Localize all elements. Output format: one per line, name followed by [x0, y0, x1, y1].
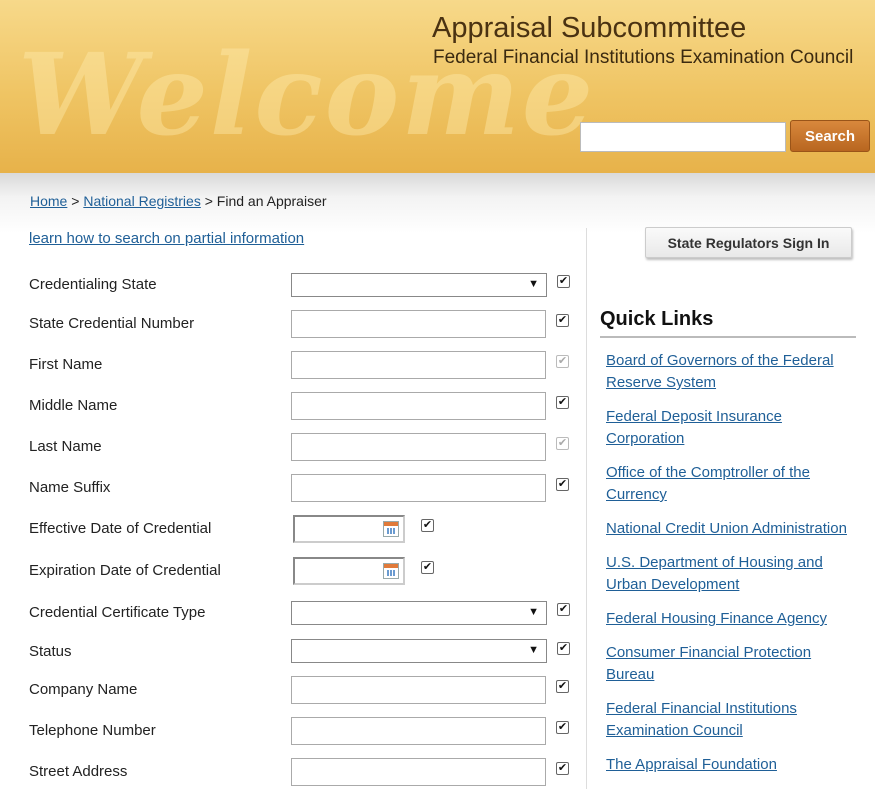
name-suffix-input[interactable]: [291, 474, 546, 502]
first-name-input[interactable]: [291, 351, 546, 379]
breadcrumb: Home > National Registries > Find an App…: [30, 193, 327, 209]
quick-link-fhfa[interactable]: Federal Housing Finance Agency: [606, 610, 827, 627]
status-checkbox[interactable]: ✔: [557, 642, 570, 655]
quick-links-title: Quick Links: [600, 308, 714, 330]
street-address-input[interactable]: [291, 758, 546, 786]
search-input[interactable]: [580, 122, 786, 152]
credentialing-state-select[interactable]: ▼: [291, 273, 547, 297]
middle-name-checkbox[interactable]: ✔: [556, 396, 569, 409]
quick-link-item: National Credit Union Administration: [606, 518, 856, 540]
telephone-number-input[interactable]: [291, 717, 546, 745]
quick-links-divider: [600, 336, 856, 338]
effective-date-checkbox[interactable]: ✔: [421, 519, 434, 532]
state-credential-number-input[interactable]: [291, 310, 546, 338]
first-name-checkbox[interactable]: ✔: [556, 355, 569, 368]
breadcrumb-separator: >: [71, 193, 80, 209]
last-name-label: Last Name: [29, 438, 102, 455]
breadcrumb-current: Find an Appraiser: [216, 193, 327, 209]
state-credential-number-label: State Credential Number: [29, 315, 195, 332]
quick-link-item: Consumer Financial Protection Bureau: [606, 642, 856, 686]
quick-link-item: Board of Governors of the Federal Reserv…: [606, 350, 856, 394]
site-header: Welcome Appraisal Subcommittee Federal F…: [0, 0, 875, 173]
certificate-type-label: Credential Certificate Type: [29, 604, 206, 621]
quick-link-appraisal-foundation[interactable]: The Appraisal Foundation: [606, 756, 777, 773]
breadcrumb-separator: >: [204, 193, 213, 209]
quick-link-item: Federal Deposit Insurance Corporation: [606, 406, 856, 450]
certificate-type-checkbox[interactable]: ✔: [557, 603, 570, 616]
breadcrumb-registries-link[interactable]: National Registries: [83, 193, 201, 209]
expiration-date-input[interactable]: [293, 557, 405, 585]
telephone-number-checkbox[interactable]: ✔: [556, 721, 569, 734]
status-select[interactable]: ▼: [291, 639, 547, 663]
partial-search-help-link[interactable]: learn how to search on partial informati…: [29, 230, 304, 247]
last-name-input[interactable]: [291, 433, 546, 461]
telephone-number-label: Telephone Number: [29, 722, 156, 739]
quick-link-item: Federal Financial Institutions Examinati…: [606, 698, 856, 742]
column-divider: [586, 228, 587, 789]
quick-link-hud[interactable]: U.S. Department of Housing and Urban Dev…: [606, 554, 823, 593]
expiration-date-label: Expiration Date of Credential: [29, 562, 221, 579]
company-name-input[interactable]: [291, 676, 546, 704]
last-name-checkbox[interactable]: ✔: [556, 437, 569, 450]
middle-name-label: Middle Name: [29, 397, 118, 414]
quick-link-item: The Appraisal Foundation: [606, 754, 856, 776]
status-label: Status: [29, 643, 72, 660]
quick-link-item: Federal Housing Finance Agency: [606, 608, 856, 630]
breadcrumb-home-link[interactable]: Home: [30, 193, 67, 209]
quick-link-ffiec[interactable]: Federal Financial Institutions Examinati…: [606, 700, 797, 739]
quick-links-list: Board of Governors of the Federal Reserv…: [606, 350, 856, 788]
effective-date-input[interactable]: [293, 515, 405, 543]
quick-link-item: U.S. Department of Housing and Urban Dev…: [606, 552, 856, 596]
first-name-label: First Name: [29, 356, 103, 373]
quick-link-cfpb[interactable]: Consumer Financial Protection Bureau: [606, 644, 811, 683]
chevron-down-icon: ▼: [528, 644, 539, 656]
quick-link-federal-reserve[interactable]: Board of Governors of the Federal Reserv…: [606, 352, 834, 391]
site-title: Appraisal Subcommittee: [432, 12, 747, 44]
credentialing-state-label: Credentialing State: [29, 276, 157, 293]
certificate-type-select[interactable]: ▼: [291, 601, 547, 625]
company-name-checkbox[interactable]: ✔: [556, 680, 569, 693]
middle-name-input[interactable]: [291, 392, 546, 420]
name-suffix-label: Name Suffix: [29, 479, 111, 496]
calendar-icon[interactable]: [383, 521, 399, 537]
state-credential-number-checkbox[interactable]: ✔: [556, 314, 569, 327]
quick-link-occ[interactable]: Office of the Comptroller of the Currenc…: [606, 464, 810, 503]
street-address-label: Street Address: [29, 763, 128, 780]
search-button[interactable]: Search: [790, 120, 870, 152]
effective-date-label: Effective Date of Credential: [29, 520, 212, 537]
credentialing-state-checkbox[interactable]: ✔: [557, 275, 570, 288]
site-subtitle: Federal Financial Institutions Examinati…: [433, 47, 854, 68]
street-address-checkbox[interactable]: ✔: [556, 762, 569, 775]
chevron-down-icon: ▼: [528, 606, 539, 618]
quick-link-fdic[interactable]: Federal Deposit Insurance Corporation: [606, 408, 782, 447]
expiration-date-checkbox[interactable]: ✔: [421, 561, 434, 574]
quick-link-ncua[interactable]: National Credit Union Administration: [606, 520, 847, 537]
state-regulators-sign-in-button[interactable]: State Regulators Sign In: [645, 227, 852, 258]
name-suffix-checkbox[interactable]: ✔: [556, 478, 569, 491]
calendar-icon[interactable]: [383, 563, 399, 579]
company-name-label: Company Name: [29, 681, 138, 698]
chevron-down-icon: ▼: [528, 278, 539, 290]
quick-link-item: Office of the Comptroller of the Currenc…: [606, 462, 856, 506]
